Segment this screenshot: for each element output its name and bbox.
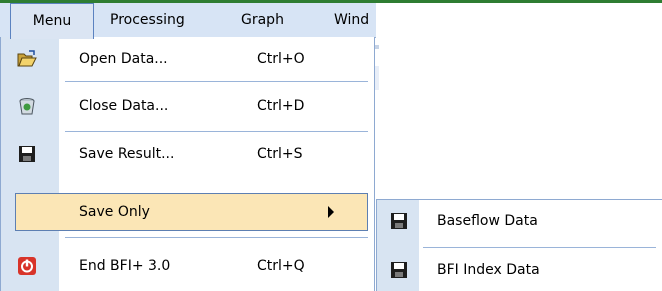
submenu-save-only: Baseflow Data BFI Index Data (376, 199, 662, 291)
menu-item-label: Close Data... (79, 98, 169, 114)
submenu-arrow-icon (328, 206, 334, 218)
menu-bar: Menu Processing Graph Wind (0, 3, 378, 39)
menu-separator (65, 131, 368, 132)
power-icon (17, 256, 37, 276)
floppy-disk-icon (389, 211, 409, 231)
floppy-disk-icon (17, 144, 37, 164)
recycle-bin-icon (17, 96, 37, 116)
menu-item-shortcut: Ctrl+S (257, 146, 303, 162)
menu-item-label: End BFI+ 3.0 (79, 258, 171, 274)
menubar-item-window[interactable]: Wind (334, 3, 369, 37)
floppy-disk-icon (389, 260, 409, 280)
menubar-item-graph[interactable]: Graph (241, 3, 284, 37)
menu-item-open-data[interactable]: Open Data... Ctrl+O (1, 40, 374, 78)
menu-separator (65, 237, 368, 238)
menu-item-shortcut: Ctrl+D (257, 98, 305, 114)
menu-item-label: Save Only (79, 204, 150, 220)
dropdown-menu: Open Data... Ctrl+O Close Data... Ctrl+D… (0, 37, 375, 291)
menu-separator (65, 81, 368, 82)
menu-item-save-result[interactable]: Save Result... Ctrl+S (1, 135, 374, 173)
submenu-item-label: BFI Index Data (437, 262, 540, 278)
menu-item-shortcut: Ctrl+Q (257, 258, 305, 274)
menu-item-label: Open Data... (79, 51, 168, 67)
submenu-item-label: Baseflow Data (437, 213, 538, 229)
menubar-item-processing[interactable]: Processing (110, 3, 185, 37)
menu-item-shortcut: Ctrl+O (257, 51, 305, 67)
menu-item-save-only[interactable]: Save Only (15, 193, 368, 231)
menu-separator (423, 247, 656, 248)
menu-item-close-data[interactable]: Close Data... Ctrl+D (1, 87, 374, 125)
menubar-item-menu[interactable]: Menu (10, 3, 94, 39)
folder-open-icon (17, 49, 37, 69)
submenu-item-baseflow-data[interactable]: Baseflow Data (377, 200, 662, 242)
submenu-item-bfi-index-data[interactable]: BFI Index Data (377, 249, 662, 291)
menu-item-end-bfi[interactable]: End BFI+ 3.0 Ctrl+Q (1, 247, 374, 285)
menu-item-label: Save Result... (79, 146, 175, 162)
